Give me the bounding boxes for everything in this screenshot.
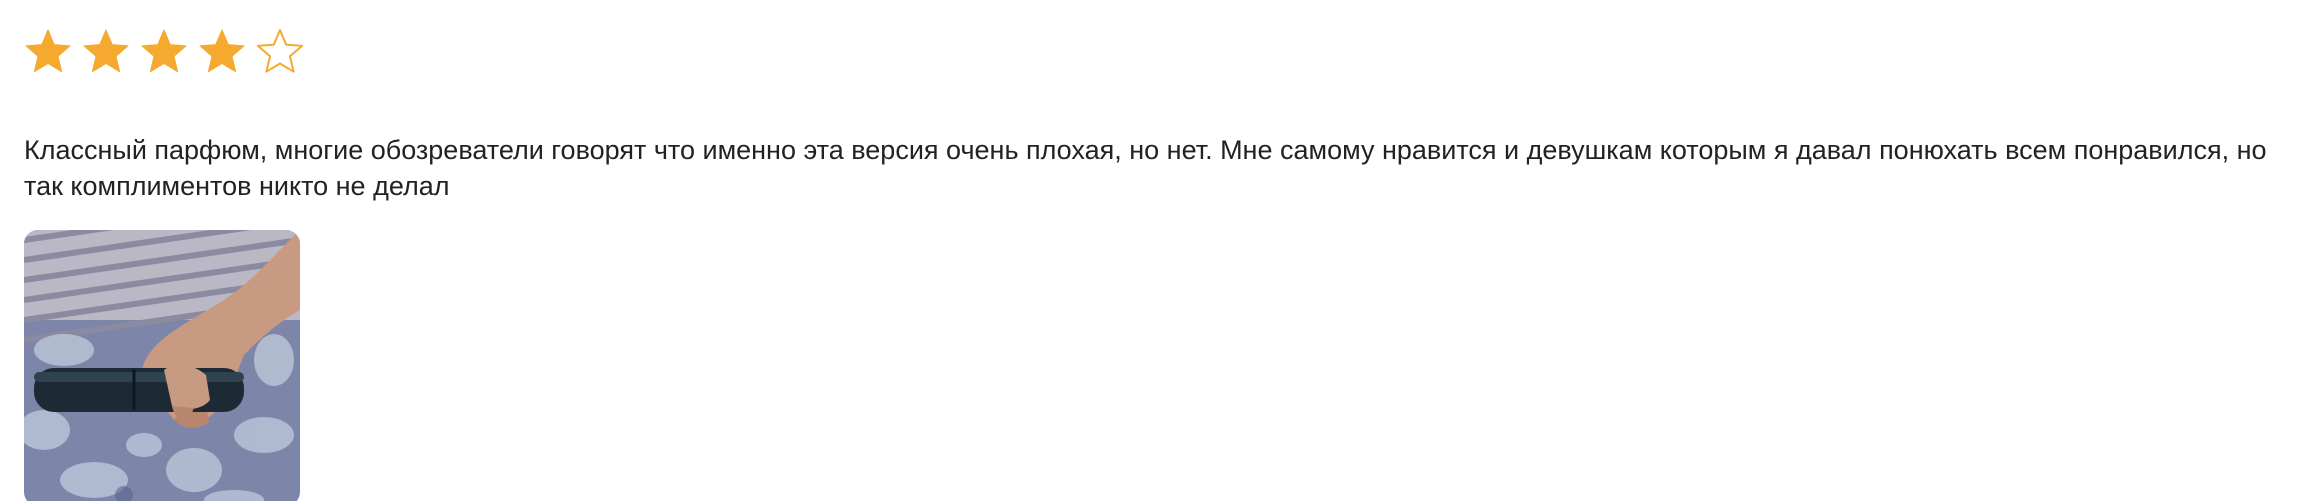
photo-image: [24, 230, 300, 501]
star-filled-icon: [82, 27, 130, 75]
review-text: Классный парфюм, многие обозреватели гов…: [24, 135, 2267, 201]
star-filled-icon: [140, 27, 188, 75]
review-photos: [24, 230, 2274, 501]
star-filled-icon: [24, 27, 72, 75]
review-photo-thumbnail[interactable]: [24, 230, 300, 501]
star-empty-icon: [256, 27, 304, 75]
star-rating: [24, 24, 2274, 78]
star-filled-icon: [198, 27, 246, 75]
review-card: Классный парфюм, многие обозреватели гов…: [24, 24, 2274, 501]
